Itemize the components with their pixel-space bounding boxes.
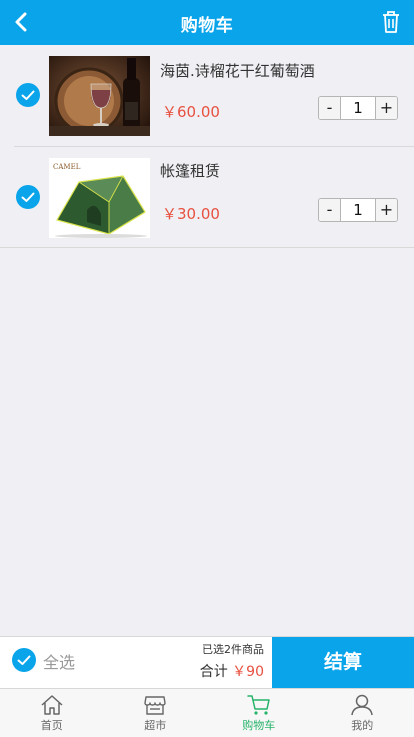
tab-label: 首页 [40, 719, 63, 732]
product-image-tent[interactable]: CAMEL [49, 158, 150, 238]
product-price: ￥60.00 [162, 103, 220, 121]
tab-profile[interactable]: 我的 [311, 689, 414, 737]
decrease-button[interactable]: - [319, 199, 341, 221]
bottom-tab-bar: 首页 超市 购物车 我的 [0, 688, 414, 737]
quantity-input[interactable] [341, 199, 375, 221]
increase-button[interactable]: + [375, 97, 397, 119]
wine-image [49, 56, 150, 136]
check-icon [17, 655, 31, 665]
product-price: ￥30.00 [162, 205, 220, 223]
cart-item: CAMEL 帐篷租赁 ￥30.00 - + [0, 147, 414, 248]
item-checkbox[interactable] [16, 83, 40, 107]
total-amount: ￥90 [232, 664, 264, 680]
tab-cart[interactable]: 购物车 [207, 689, 311, 737]
quantity-stepper: - + [318, 96, 398, 120]
brand-logo-text: CAMEL [53, 163, 81, 171]
tab-home[interactable]: 首页 [0, 689, 104, 737]
divider [0, 247, 414, 248]
cart-icon [247, 695, 270, 715]
trash-icon[interactable] [380, 9, 402, 35]
decrease-button[interactable]: - [319, 97, 341, 119]
tab-label: 超市 [144, 719, 167, 732]
tent-image: CAMEL [49, 158, 150, 238]
selected-count: 已选2件商品 [202, 643, 264, 656]
home-icon [41, 695, 63, 715]
checkout-bar: 全选 已选2件商品 合计 ￥90 结算 [0, 636, 414, 688]
app-header: 购物车 [0, 0, 414, 45]
check-icon [21, 90, 35, 100]
tab-market[interactable]: 超市 [104, 689, 208, 737]
quantity-input[interactable] [341, 97, 375, 119]
select-all-label[interactable]: 全选 [43, 649, 75, 673]
checkout-button[interactable]: 结算 [272, 637, 414, 688]
cart-item: 海茵.诗榴花干红葡萄酒 ￥60.00 - + [0, 46, 414, 147]
product-name[interactable]: 海茵.诗榴花干红葡萄酒 [160, 60, 315, 81]
quantity-stepper: - + [318, 198, 398, 222]
check-icon [21, 192, 35, 202]
product-image-wine[interactable] [49, 56, 150, 136]
item-checkbox[interactable] [16, 185, 40, 209]
store-icon [144, 696, 166, 715]
select-all-checkbox[interactable] [12, 648, 36, 672]
tab-label: 我的 [351, 719, 374, 732]
increase-button[interactable]: + [375, 199, 397, 221]
total-price: 合计 ￥90 [200, 661, 264, 681]
total-label: 合计 [199, 664, 228, 680]
user-icon [351, 694, 373, 716]
product-name[interactable]: 帐篷租赁 [160, 160, 220, 181]
page-title: 购物车 [180, 16, 234, 36]
tab-label: 购物车 [242, 719, 276, 732]
